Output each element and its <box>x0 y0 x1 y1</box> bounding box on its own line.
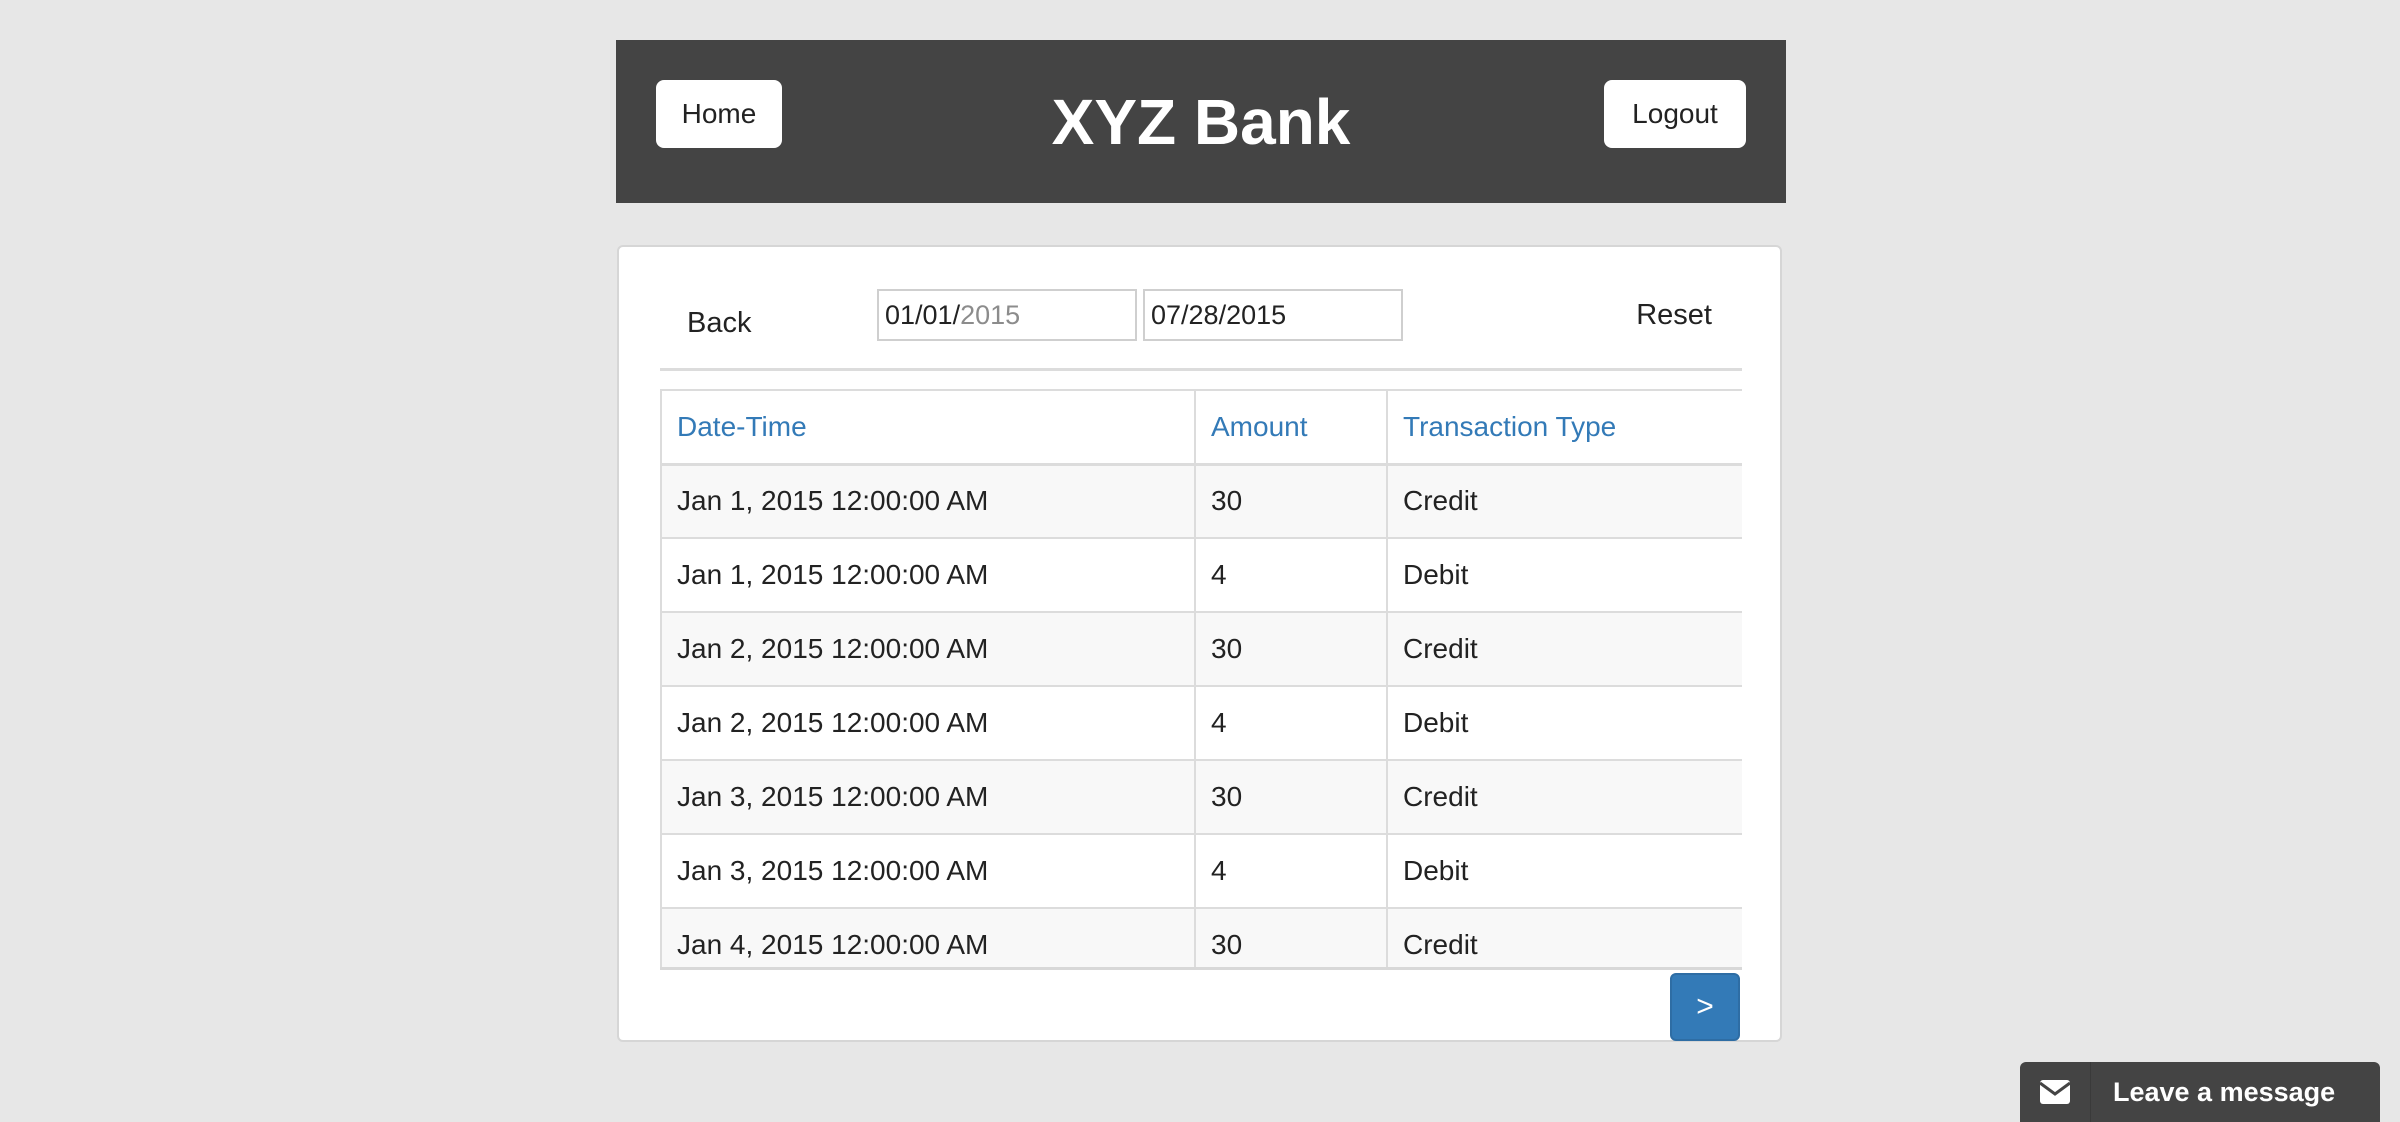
logout-button[interactable]: Logout <box>1604 80 1746 148</box>
table-row: Jan 1, 2015 12:00:00 AM 4 Debit <box>660 537 1742 613</box>
cell-date-time: Jan 4, 2015 12:00:00 AM <box>660 907 1196 967</box>
cell-amount: 4 <box>1194 685 1388 761</box>
cell-amount: 30 <box>1194 611 1388 687</box>
column-header-transaction-type[interactable]: Transaction Type <box>1386 389 1742 466</box>
end-date-input[interactable]: 07/28/2015 <box>1143 289 1403 341</box>
back-button[interactable]: Back <box>687 307 751 340</box>
next-page-button[interactable]: > <box>1670 973 1740 1041</box>
cell-amount: 4 <box>1194 833 1388 909</box>
cell-transaction-type: Debit <box>1386 833 1742 909</box>
table-row: Jan 1, 2015 12:00:00 AM 30 Credit <box>660 463 1742 539</box>
column-header-date-time[interactable]: Date-Time <box>660 389 1196 466</box>
table-row: Jan 2, 2015 12:00:00 AM 4 Debit <box>660 685 1742 761</box>
leave-message-label: Leave a message <box>2113 1076 2336 1107</box>
table-header-row: Date-Time Amount Transaction Type <box>660 389 1742 466</box>
envelope-icon <box>2020 1062 2091 1122</box>
transactions-table-scroll[interactable]: Date-Time Amount Transaction Type Jan 1,… <box>660 389 1742 970</box>
cell-date-time: Jan 3, 2015 12:00:00 AM <box>660 833 1196 909</box>
cell-amount: 4 <box>1194 537 1388 613</box>
table-row: Jan 2, 2015 12:00:00 AM 30 Credit <box>660 611 1742 687</box>
column-header-amount[interactable]: Amount <box>1194 389 1388 466</box>
cell-transaction-type: Credit <box>1386 611 1742 687</box>
top-header: Home XYZ Bank Logout <box>616 40 1786 203</box>
start-date-input[interactable]: 01/01/2015 <box>877 289 1137 341</box>
cell-date-time: Jan 2, 2015 12:00:00 AM <box>660 685 1196 761</box>
cell-date-time: Jan 1, 2015 12:00:00 AM <box>660 537 1196 613</box>
table-row: Jan 3, 2015 12:00:00 AM 4 Debit <box>660 833 1742 909</box>
cell-amount: 30 <box>1194 463 1388 539</box>
transactions-table: Date-Time Amount Transaction Type Jan 1,… <box>660 389 1742 967</box>
leave-message-widget[interactable]: Leave a message <box>2020 1062 2380 1122</box>
filter-divider <box>660 368 1742 371</box>
cell-transaction-type: Debit <box>1386 537 1742 613</box>
cell-date-time: Jan 1, 2015 12:00:00 AM <box>660 463 1196 539</box>
end-date-value: 07/28/2015 <box>1151 299 1287 330</box>
table-row: Jan 3, 2015 12:00:00 AM 30 Credit <box>660 759 1742 835</box>
cell-transaction-type: Debit <box>1386 685 1742 761</box>
cell-amount: 30 <box>1194 759 1388 835</box>
cell-date-time: Jan 3, 2015 12:00:00 AM <box>660 759 1196 835</box>
table-row: Jan 4, 2015 12:00:00 AM 30 Credit <box>660 907 1742 967</box>
reset-button[interactable]: Reset <box>1636 299 1712 332</box>
cell-transaction-type: Credit <box>1386 759 1742 835</box>
cell-date-time: Jan 2, 2015 12:00:00 AM <box>660 611 1196 687</box>
cell-transaction-type: Credit <box>1386 463 1742 539</box>
transactions-panel: Back 01/01/2015 07/28/2015 Reset Date-Ti… <box>617 245 1782 1042</box>
cell-amount: 30 <box>1194 907 1388 967</box>
cell-transaction-type: Credit <box>1386 907 1742 967</box>
start-date-value: 01/01/ <box>885 299 961 330</box>
start-date-year: 2015 <box>960 299 1021 330</box>
